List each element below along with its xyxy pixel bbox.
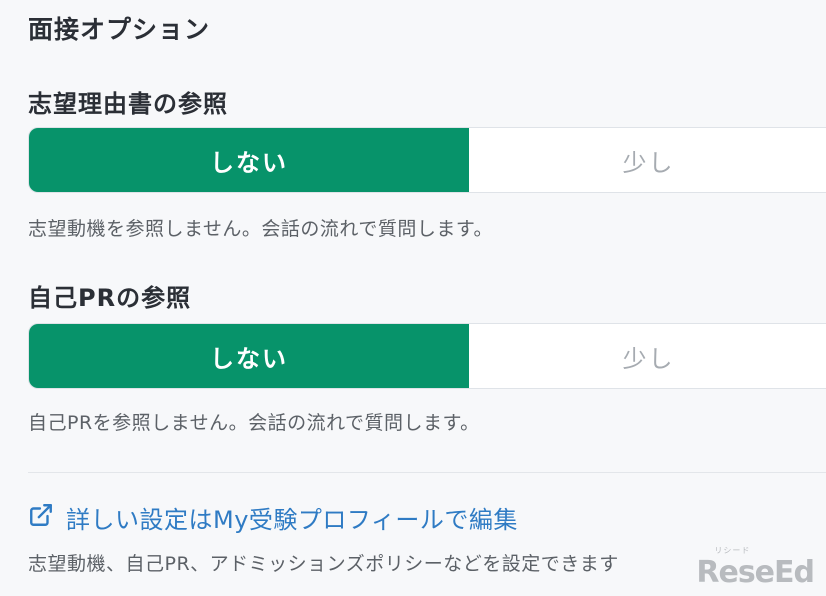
reseed-watermark-logo: リシード ReseEd <box>696 546 815 590</box>
motivation-option-little[interactable]: 少し <box>469 128 826 192</box>
motivation-label: 志望理由書の参照 <box>28 90 228 118</box>
self-pr-label: 自己PRの参照 <box>28 284 192 312</box>
self-pr-segmented-control: しない 少し <box>28 323 826 389</box>
profile-edit-link-text: 詳しい設定はMy受験プロフィールで編集 <box>66 506 518 534</box>
motivation-segmented-control: しない 少し <box>28 127 826 193</box>
motivation-hint: 志望動機を参照しません。会話の流れで質問します。 <box>28 218 493 240</box>
self-pr-option-none[interactable]: しない <box>29 324 469 388</box>
profile-edit-link[interactable]: 詳しい設定はMy受験プロフィールで編集 <box>28 500 518 535</box>
self-pr-hint: 自己PRを参照しません。会話の流れで質問します。 <box>28 412 480 434</box>
section-title: 面接オプション <box>28 15 211 44</box>
divider <box>28 472 826 473</box>
self-pr-option-little[interactable]: 少し <box>469 324 826 388</box>
watermark-subtext: リシード <box>714 546 751 555</box>
external-link-icon <box>28 502 54 534</box>
profile-edit-description: 志望動機、自己PR、アドミッションズポリシーなどを設定できます <box>28 553 619 575</box>
motivation-option-none[interactable]: しない <box>29 128 469 192</box>
watermark-text: ReseEd <box>696 555 815 590</box>
